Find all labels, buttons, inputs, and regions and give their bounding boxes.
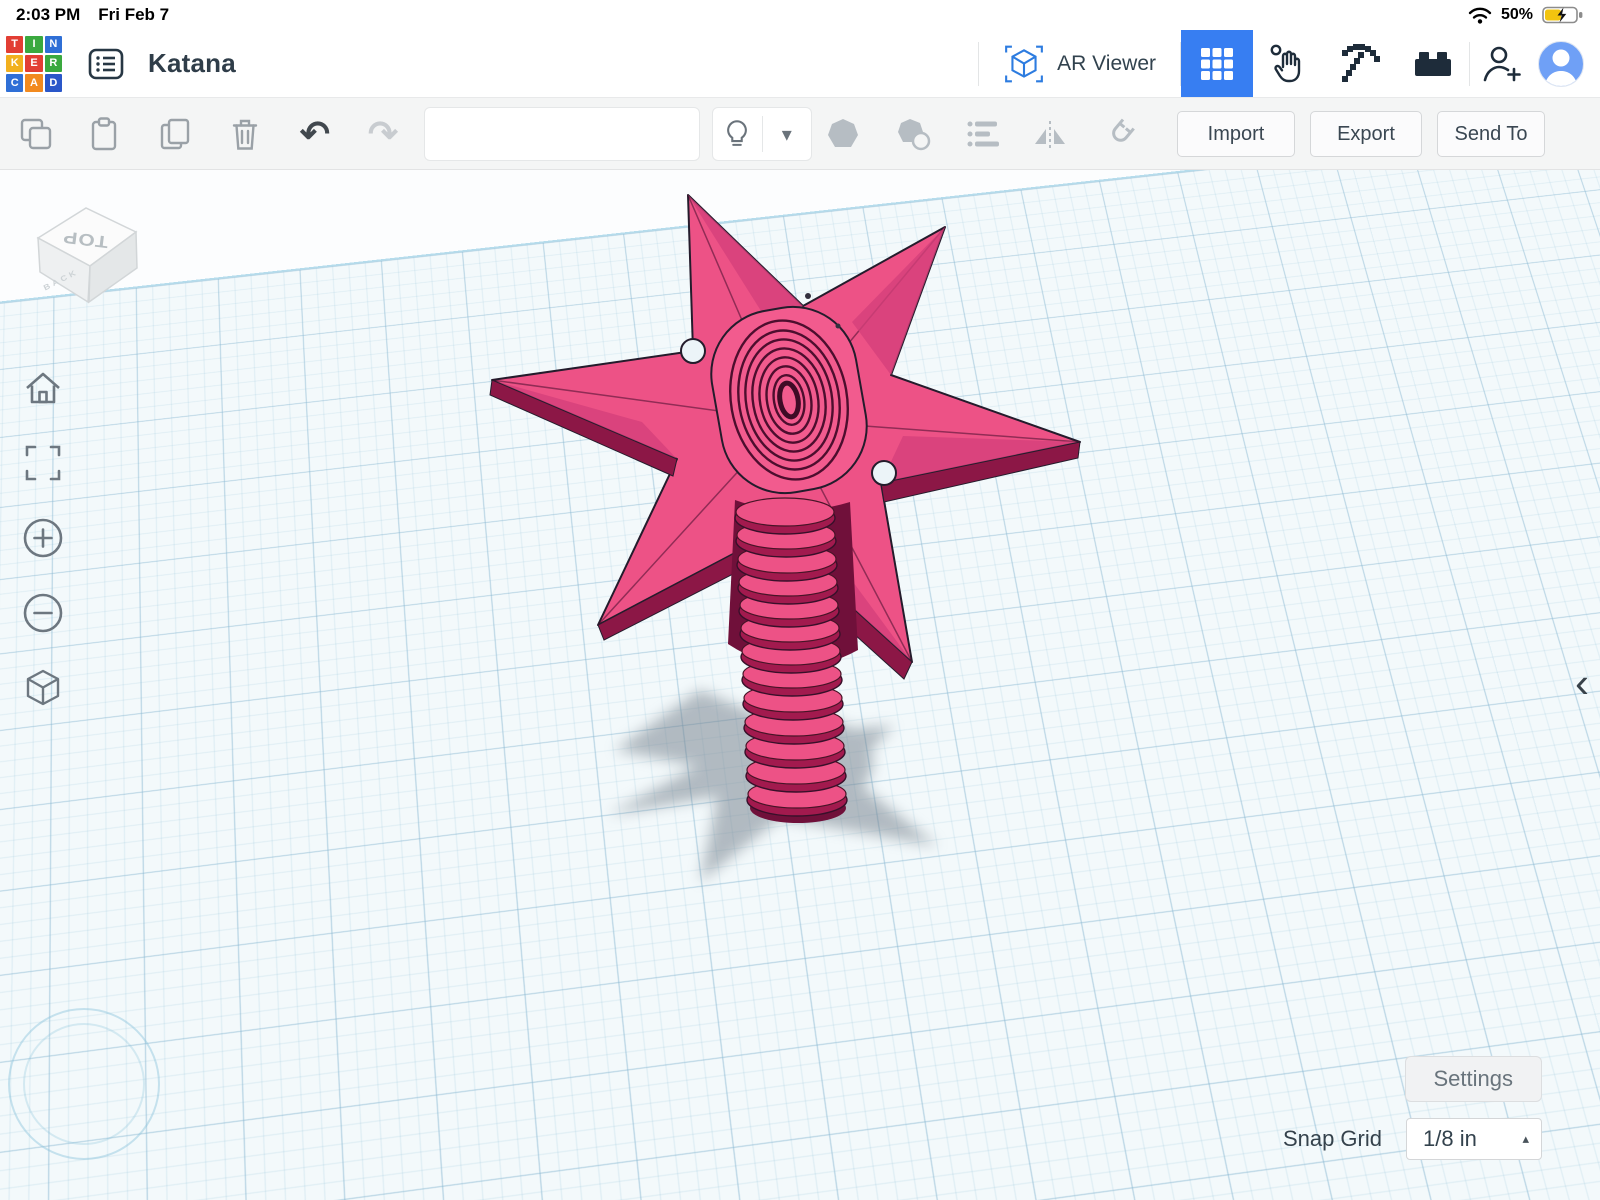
undo-button[interactable]: ↶ [297,116,333,152]
snap-grid-value: 1/8 in [1423,1126,1477,1152]
design-list-button[interactable] [86,44,126,84]
ar-viewer-label: AR Viewer [1057,52,1156,76]
send-to-button[interactable]: Send To [1437,111,1545,157]
status-bar: 2:03 PM Fri Feb 7 50% [0,0,1600,30]
magnet-icon [1102,116,1138,152]
copy-icon [18,116,54,152]
pickaxe-icon [1339,42,1383,86]
caret-down-icon: ▾ [782,122,792,147]
align-button[interactable] [965,116,1001,152]
model-3d[interactable] [490,195,1080,823]
chevron-left-icon: ‹ [1575,659,1589,706]
snap-grid-control: Snap Grid 1/8 in ▴ [1283,1118,1542,1160]
logo-cell: D [45,74,62,91]
list-icon [86,44,126,84]
lego-button[interactable] [1397,30,1469,97]
visibility-control: ▾ [712,107,812,161]
status-time: 2:03 PM [16,5,80,25]
hand-icon [1267,42,1311,86]
perspective-toggle-button[interactable] [20,665,66,711]
redo-button[interactable]: ↷ [365,116,401,152]
snap-magnet-button[interactable] [1102,116,1138,152]
mirror-button[interactable] [1032,116,1068,152]
model-speck [836,324,841,329]
collaborate-button[interactable] [1470,30,1534,97]
visibility-dropdown-button[interactable]: ▾ [763,108,812,160]
logo-cell: A [25,74,42,91]
align-icon [965,116,1001,152]
logo-cell: T [6,36,23,53]
logo-cell: I [25,36,42,53]
grid-icon [1197,44,1237,84]
ungroup-icon [895,116,931,152]
snap-grid-label: Snap Grid [1283,1126,1382,1152]
redo-icon: ↷ [365,116,401,152]
home-view-button[interactable] [20,365,66,411]
brick-icon [1411,42,1455,86]
copy-button[interactable] [18,116,54,152]
toolbar-panel-placeholder [424,107,700,161]
ortho-icon [20,665,66,711]
view-nav-tools [20,365,66,711]
logo-cell: E [25,55,42,72]
show-all-button[interactable] [713,108,762,160]
logo-cell: N [45,36,62,53]
duplicate-button[interactable] [158,116,194,152]
avatar[interactable] [1538,41,1584,87]
side-panel-toggle[interactable]: ‹ [1566,648,1598,718]
zoom-out-button[interactable] [20,590,66,636]
logo-cell: K [6,55,23,72]
model-speck [805,293,811,299]
status-date: Fri Feb 7 [98,5,169,25]
avatar-person-icon [1539,42,1583,86]
import-button[interactable]: Import [1177,111,1295,157]
ar-cube-icon [1003,43,1045,85]
mirror-icon [1032,116,1068,152]
view-cube[interactable]: TOP BACK [24,184,154,314]
tinkercad-app: 2:03 PM Fri Feb 7 50% T I N K E R C A [0,0,1600,1200]
delete-button[interactable] [227,116,263,152]
model-handle [735,498,847,823]
viewport-3d: TOP BACK [0,170,1600,1200]
snap-grid-select[interactable]: 1/8 in ▴ [1406,1118,1542,1160]
caret-up-icon: ▴ [1522,1131,1529,1147]
fit-view-button[interactable] [20,440,66,486]
sim-lab-button[interactable] [1253,30,1325,97]
bulb-icon [720,117,754,151]
home-icon [20,365,66,411]
paste-icon [86,116,122,152]
delete-icon [227,116,263,152]
zoom-in-button[interactable] [20,515,66,561]
zoom-out-icon [20,590,66,636]
tinkercad-logo[interactable]: T I N K E R C A D [6,36,62,92]
settings-button[interactable]: Settings [1405,1056,1543,1102]
ar-viewer-button[interactable]: AR Viewer [979,30,1180,97]
wifi-icon [1468,6,1492,24]
minecraft-button[interactable] [1325,30,1397,97]
paste-button[interactable] [86,116,122,152]
battery-icon [1542,5,1584,25]
edit-toolbar: ↶ ↷ ▾ [0,98,1600,170]
duplicate-icon [158,116,194,152]
ungroup-button[interactable] [895,116,931,152]
undo-icon: ↶ [297,116,333,152]
export-button[interactable]: Export [1310,111,1422,157]
fit-view-icon [20,440,66,486]
blocks-view-button[interactable] [1181,30,1253,97]
app-header: T I N K E R C A D Katana [0,30,1600,98]
logo-cell: C [6,74,23,91]
model-canvas [0,170,1600,1200]
group-button[interactable] [825,116,861,152]
group-icon [825,116,861,152]
logo-cell: R [45,55,62,72]
battery-percent: 50% [1501,6,1533,24]
person-add-icon [1480,42,1524,86]
design-title[interactable]: Katana [148,48,236,79]
zoom-in-icon [20,515,66,561]
